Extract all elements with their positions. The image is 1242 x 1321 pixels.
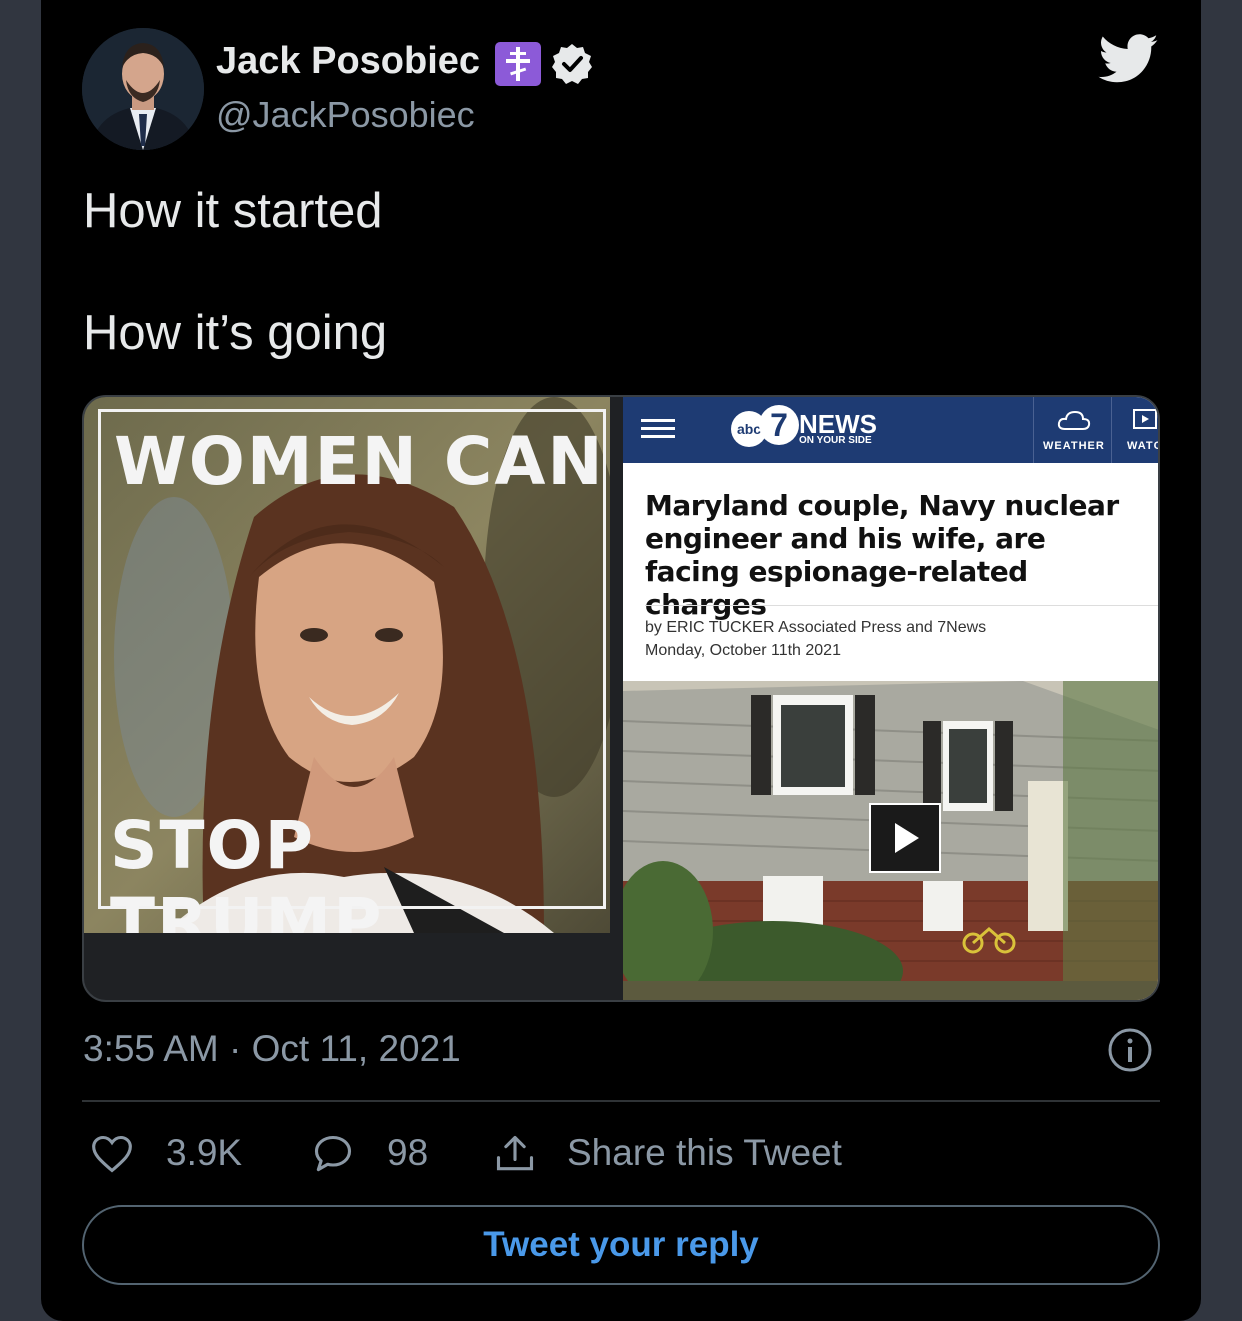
media-image-right[interactable]: abc 7 NEWS ON YOUR SIDE WEATHER WATC Mar…	[623, 397, 1158, 1000]
nav-weather[interactable]: WEATHER	[1043, 440, 1105, 452]
like-count[interactable]: 3.9K	[166, 1132, 242, 1174]
poster-bottom-text: STOP TRUMP	[110, 807, 384, 933]
tweet-timestamp[interactable]: 3:55 AM · Oct 11, 2021	[83, 1028, 461, 1070]
tweet-reply-button[interactable]: Tweet your reply	[82, 1205, 1160, 1285]
verified-badge-icon	[551, 43, 593, 85]
reply-count[interactable]: 98	[387, 1132, 428, 1174]
tweet-text-line-1: How it started	[83, 184, 383, 238]
logo-tagline: ON YOUR SIDE	[799, 435, 872, 446]
hamburger-icon	[641, 419, 675, 438]
article-date: Monday, October 11th 2021	[645, 642, 841, 659]
play-button[interactable]	[869, 803, 941, 873]
twitter-bird-icon[interactable]	[1098, 34, 1160, 84]
media-image-left[interactable]: WOMEN CAN STOP TRUMP	[84, 397, 610, 933]
article-byline: by ERIC TUCKER Associated Press and 7New…	[645, 619, 987, 636]
poster-top-text: WOMEN CAN	[114, 423, 605, 500]
tweet-media[interactable]: WOMEN CAN STOP TRUMP abc 7 NEWS ON YOUR …	[82, 395, 1160, 1002]
info-icon[interactable]	[1107, 1027, 1153, 1073]
abc7-header: abc 7 NEWS ON YOUR SIDE WEATHER WATC	[623, 397, 1158, 463]
article-headline: Maryland couple, Navy nuclear engineer a…	[645, 489, 1119, 621]
abc7-logo-number: 7	[759, 405, 799, 445]
share-icon[interactable]	[493, 1132, 537, 1176]
author-avatar[interactable]	[82, 28, 204, 150]
article-divider	[645, 605, 1158, 606]
author-handle[interactable]: @JackPosobiec	[216, 94, 475, 136]
cloud-icon	[1057, 410, 1091, 430]
author-name[interactable]: Jack Posobiec	[216, 40, 480, 83]
orthodox-cross-icon	[495, 42, 541, 86]
reply-bubble-icon[interactable]	[311, 1132, 355, 1176]
nav-watch[interactable]: WATC	[1127, 440, 1158, 452]
play-icon	[895, 823, 919, 853]
tweet-text-line-2: How it’s going	[83, 306, 388, 360]
share-label[interactable]: Share this Tweet	[567, 1132, 842, 1174]
actions-divider	[82, 1100, 1160, 1102]
heart-icon[interactable]	[90, 1132, 134, 1176]
watch-icon	[1133, 409, 1157, 429]
